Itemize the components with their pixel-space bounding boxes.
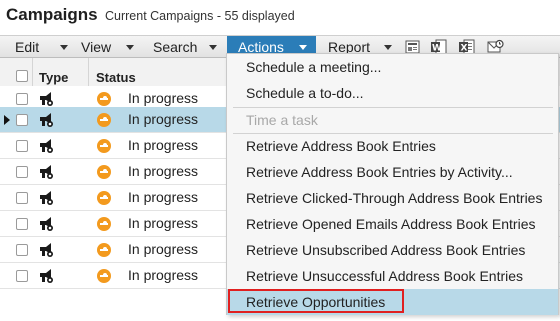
chevron-down-icon — [299, 45, 307, 50]
chevron-down-icon — [209, 45, 217, 50]
campaign-megaphone-icon — [40, 217, 53, 231]
select-all-checkbox[interactable] — [16, 70, 28, 82]
menu-item-retrieve-address-book-entries[interactable]: Retrieve Address Book Entries — [227, 133, 558, 159]
status-cell: In progress — [128, 163, 199, 179]
column-header-type[interactable]: Type — [39, 70, 68, 85]
campaign-megaphone-icon — [40, 243, 53, 257]
campaign-megaphone-icon — [40, 269, 53, 283]
menu-item-retrieve-opportunities[interactable]: Retrieve Opportunities — [227, 289, 558, 315]
row-checkbox[interactable] — [16, 270, 28, 282]
status-cell: In progress — [128, 111, 199, 127]
status-cell: In progress — [128, 137, 199, 153]
view-menu-button[interactable]: View — [73, 36, 143, 58]
campaign-megaphone-icon — [40, 165, 53, 179]
edit-menu-label: Edit — [15, 39, 40, 55]
page-header: Campaigns Current Campaigns - 55 display… — [0, 0, 560, 34]
status-cell: In progress — [128, 267, 199, 283]
annotation-highlight-box — [228, 289, 404, 313]
search-menu-button[interactable]: Search — [146, 36, 224, 58]
column-header-status[interactable]: Status — [96, 70, 136, 85]
current-row-indicator-icon — [4, 115, 10, 125]
page-title: Campaigns — [6, 5, 98, 24]
menu-item-retrieve-clicked-through[interactable]: Retrieve Clicked-Through Address Book En… — [227, 185, 558, 211]
in-progress-status-icon — [97, 165, 111, 179]
svg-text:X: X — [461, 44, 468, 54]
page-subtitle: Current Campaigns - 55 displayed — [105, 9, 295, 23]
campaign-megaphone-icon — [40, 113, 53, 127]
in-progress-status-icon — [97, 269, 111, 283]
row-checkbox[interactable] — [16, 166, 28, 178]
chevron-down-icon — [60, 45, 68, 50]
row-checkbox[interactable] — [16, 244, 28, 256]
menu-item-schedule-todo[interactable]: Schedule a to-do... — [227, 80, 558, 106]
chevron-down-icon — [126, 45, 134, 50]
menu-item-retrieve-unsubscribed[interactable]: Retrieve Unsubscribed Address Book Entri… — [227, 237, 558, 263]
menu-item-time-task: Time a task — [246, 112, 318, 128]
row-checkbox[interactable] — [16, 114, 28, 126]
status-cell: In progress — [128, 189, 199, 205]
row-checkbox[interactable] — [16, 192, 28, 204]
row-checkbox[interactable] — [16, 140, 28, 152]
edit-menu-button[interactable]: Edit — [6, 36, 70, 58]
menu-item-retrieve-opened-emails[interactable]: Retrieve Opened Emails Address Book Entr… — [227, 211, 558, 237]
row-checkbox[interactable] — [16, 218, 28, 230]
campaign-megaphone-icon — [40, 139, 53, 153]
status-cell: In progress — [128, 90, 199, 106]
menu-item-schedule-meeting[interactable]: Schedule a meeting... — [227, 54, 558, 80]
search-menu-label: Search — [153, 39, 198, 55]
in-progress-status-icon — [97, 191, 111, 205]
in-progress-status-icon — [97, 139, 111, 153]
menu-item-retrieve-unsuccessful[interactable]: Retrieve Unsuccessful Address Book Entri… — [227, 263, 558, 289]
actions-dropdown-menu: Schedule a meeting... Schedule a to-do..… — [226, 53, 559, 315]
in-progress-status-icon — [97, 113, 111, 127]
status-cell: In progress — [128, 215, 199, 231]
in-progress-status-icon — [97, 92, 111, 106]
row-checkbox[interactable] — [16, 93, 28, 105]
campaign-megaphone-icon — [40, 92, 53, 106]
campaign-megaphone-icon — [40, 191, 53, 205]
view-menu-label: View — [81, 39, 112, 55]
in-progress-status-icon — [97, 217, 111, 231]
menu-item-retrieve-entries-by-activity[interactable]: Retrieve Address Book Entries by Activit… — [227, 159, 558, 185]
status-cell: In progress — [128, 241, 199, 257]
svg-text:W: W — [432, 44, 442, 54]
in-progress-status-icon — [97, 243, 111, 257]
chevron-down-icon — [384, 45, 392, 50]
